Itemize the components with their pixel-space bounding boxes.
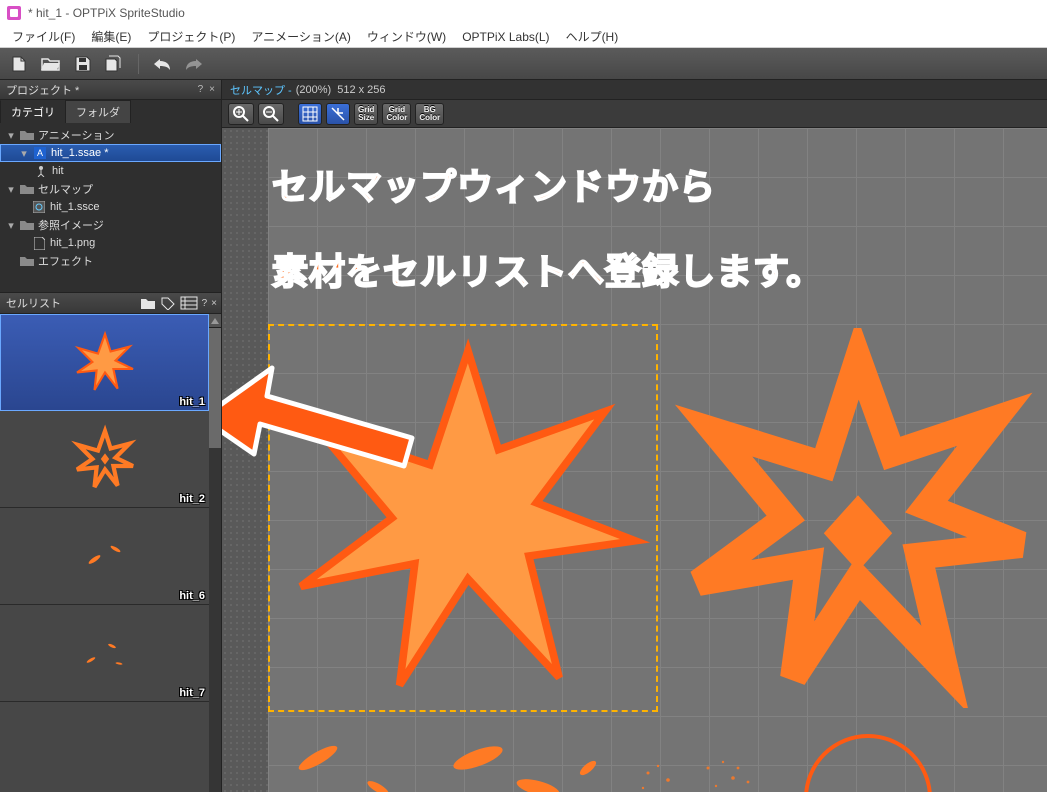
tab-folder[interactable]: フォルダ <box>65 100 131 123</box>
title-bar: * hit_1 - OPTPiX SpriteStudio <box>0 0 1047 26</box>
toolbar-separator <box>138 54 139 74</box>
celllist-item-label: hit_6 <box>179 590 205 602</box>
menu-edit[interactable]: 編集(E) <box>83 26 139 47</box>
project-panel-title: プロジェクト * <box>6 82 79 98</box>
snap-toggle-button[interactable] <box>326 103 350 125</box>
tree-group-cellmap[interactable]: ▾ セルマップ <box>0 180 221 198</box>
redo-button[interactable] <box>181 52 207 76</box>
cellmap-file-icon <box>32 201 46 213</box>
image-file-icon <box>32 237 46 249</box>
svg-text:A: A <box>37 148 43 158</box>
project-help-button[interactable]: ? <box>196 84 206 95</box>
celllist-item-label: hit_1 <box>179 396 205 408</box>
tree-group-animation[interactable]: ▾ アニメーション <box>0 126 221 144</box>
annotation-line-1: セルマップウィンドウから <box>272 158 716 210</box>
tree-group-effect[interactable]: エフェクト <box>0 252 221 270</box>
sprite-bottom-row <box>278 718 1047 792</box>
tree-item-cellmap-file[interactable]: hit_1.ssce <box>0 198 221 216</box>
celllist-item[interactable] <box>0 702 209 792</box>
cellmap-canvas[interactable]: セルマップウィンドウから 素材をセルリストへ登録します。 <box>222 128 1047 792</box>
new-file-button[interactable] <box>6 52 32 76</box>
menu-project[interactable]: プロジェクト(P) <box>139 26 243 47</box>
cellmap-header: セルマップ - (200%) 512 x 256 <box>222 80 1047 100</box>
main-toolbar <box>0 48 1047 80</box>
menu-animation[interactable]: アニメーション(A) <box>243 26 359 47</box>
cellmap-dimensions: 512 x 256 <box>337 84 385 96</box>
bg-color-button[interactable]: BG Color <box>415 103 444 125</box>
celllist-scrollbar[interactable] <box>209 314 221 792</box>
celllist-view-button[interactable] <box>180 296 198 310</box>
annotation-line-2: 素材をセルリストへ登録します。 <box>272 243 823 295</box>
folder-icon <box>20 255 34 267</box>
celllist-scroll[interactable]: hit_1 hit_2 hit_6 <box>0 314 209 792</box>
project-close-button[interactable]: × <box>207 84 217 95</box>
celllist-panel-header: セルリスト ? × <box>0 292 221 314</box>
menu-help[interactable]: ヘルプ(H) <box>558 26 627 47</box>
zoom-out-button[interactable] <box>258 103 284 125</box>
menu-window[interactable]: ウィンドウ(W) <box>359 26 454 47</box>
folder-icon <box>20 183 34 195</box>
tree-item-animation-file[interactable]: ▾ A hit_1.ssae * <box>0 144 221 162</box>
celllist-help-button[interactable]: ? <box>202 298 208 309</box>
folder-icon <box>20 129 34 141</box>
save-button[interactable] <box>70 52 96 76</box>
project-tabs: カテゴリ フォルダ <box>0 100 221 122</box>
grid-toggle-button[interactable] <box>298 103 322 125</box>
celllist-close-button[interactable]: × <box>211 298 217 309</box>
project-tree[interactable]: ▾ アニメーション ▾ A hit_1.ssae * hit ▾ セルマップ <box>0 122 221 292</box>
tab-category[interactable]: カテゴリ <box>0 100 66 123</box>
folder-icon <box>20 219 34 231</box>
cellmap-zoom: (200%) <box>296 84 331 96</box>
menu-file[interactable]: ファイル(F) <box>4 26 83 47</box>
project-panel-header: プロジェクト * ? × <box>0 80 221 100</box>
menu-bar: ファイル(F) 編集(E) プロジェクト(P) アニメーション(A) ウィンドウ… <box>0 26 1047 48</box>
celllist-item[interactable]: hit_1 <box>0 314 209 411</box>
cellmap-toolbar: Grid Size Grid Color BG Color <box>222 100 1047 128</box>
tree-item-refimage-file[interactable]: hit_1.png <box>0 234 221 252</box>
grid-size-button[interactable]: Grid Size <box>354 103 378 125</box>
tree-group-refimage[interactable]: ▾ 参照イメージ <box>0 216 221 234</box>
celllist-panel-title: セルリスト <box>6 295 61 311</box>
tree-item-animation-child[interactable]: hit <box>0 162 221 180</box>
anim-file-icon: A <box>33 147 47 159</box>
cellmap-title-prefix: セルマップ - <box>230 82 292 98</box>
anim-icon <box>34 165 48 177</box>
save-all-button[interactable] <box>102 52 128 76</box>
window-title: * hit_1 - OPTPiX SpriteStudio <box>28 6 185 20</box>
celllist-item[interactable]: hit_2 <box>0 411 209 508</box>
open-file-button[interactable] <box>38 52 64 76</box>
celllist-item[interactable]: hit_6 <box>0 508 209 605</box>
celllist-item-label: hit_2 <box>179 493 205 505</box>
celllist-item[interactable]: hit_7 <box>0 605 209 702</box>
undo-button[interactable] <box>149 52 175 76</box>
menu-labs[interactable]: OPTPiX Labs(L) <box>454 28 557 46</box>
app-icon <box>6 5 22 21</box>
zoom-in-button[interactable] <box>228 103 254 125</box>
sprite-hit-2 <box>668 328 1047 708</box>
celllist-item-label: hit_7 <box>179 687 205 699</box>
celllist-tag-button[interactable] <box>160 296 176 310</box>
grid-color-button[interactable]: Grid Color <box>382 103 411 125</box>
celllist-new-button[interactable] <box>140 296 156 310</box>
annotation-arrow-icon <box>222 338 442 498</box>
